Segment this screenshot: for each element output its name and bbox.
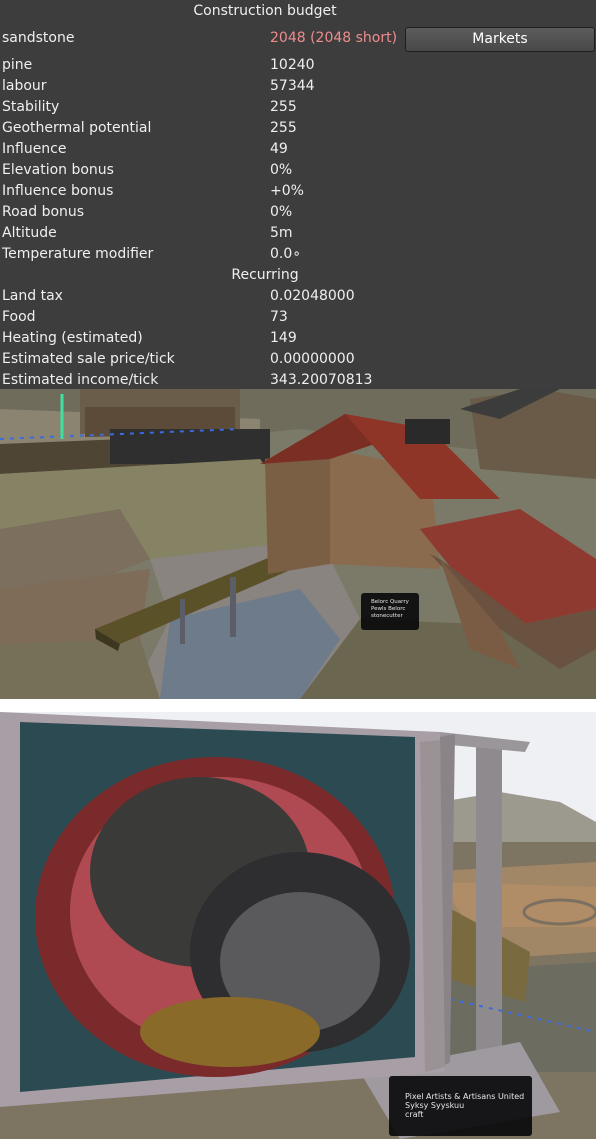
- recurring-row: Land tax 0.02048000: [0, 286, 596, 307]
- world-viewport-mural[interactable]: [0, 712, 596, 1139]
- row-label: Altitude: [2, 225, 57, 241]
- row-value: 0.00000000: [270, 351, 355, 367]
- row-label: pine: [2, 57, 33, 73]
- viewport-divider: [0, 699, 596, 712]
- row-value: 49: [270, 141, 288, 157]
- row-value: 255: [270, 120, 297, 136]
- row-value: 0%: [270, 204, 293, 220]
- row-label: Estimated income/tick: [2, 372, 159, 388]
- row-value: 0.02048000: [270, 288, 355, 304]
- markets-button[interactable]: Markets: [405, 27, 595, 52]
- row-value: 0.0∘: [270, 246, 302, 262]
- row-label: Estimated sale price/tick: [2, 351, 175, 367]
- row-label: Land tax: [2, 288, 63, 304]
- world-viewport-quarry[interactable]: [0, 389, 596, 699]
- panel-title: Construction budget: [193, 3, 337, 19]
- row-label: Geothermal potential: [2, 120, 152, 136]
- recurring-header: Recurring: [231, 267, 299, 283]
- budget-row: pine 10240: [0, 55, 596, 76]
- budget-row: labour 57344: [0, 76, 596, 97]
- tooltip-line: stonecutter: [371, 613, 403, 619]
- budget-row: Altitude 5m: [0, 223, 596, 244]
- row-label: Elevation bonus: [2, 162, 114, 178]
- row-value: +0%: [270, 183, 304, 199]
- building-tooltip: Belorc Quarry Pewls Belorc stonecutter: [361, 593, 419, 630]
- budget-row: Stability 255: [0, 97, 596, 118]
- row-label: labour: [2, 78, 47, 94]
- row-value: 57344: [270, 78, 315, 94]
- row-label: Temperature modifier: [2, 246, 154, 262]
- row-label: Food: [2, 309, 36, 325]
- row-label: Influence bonus: [2, 183, 114, 199]
- mural-scene-render: [0, 712, 596, 1139]
- recurring-row: Estimated sale price/tick 0.00000000: [0, 349, 596, 370]
- budget-row: Influence bonus +0%: [0, 181, 596, 202]
- row-label: Stability: [2, 99, 60, 115]
- row-label: Influence: [2, 141, 67, 157]
- building-tooltip: Pixel Artists & Artisans United Syksy Sy…: [389, 1076, 532, 1136]
- row-value: 343.20070813: [270, 372, 373, 388]
- row-label: Heating (estimated): [2, 330, 143, 346]
- row-value: 2048 (2048 short): [270, 30, 398, 46]
- budget-row: Geothermal potential 255: [0, 118, 596, 139]
- recurring-row: Food 73: [0, 307, 596, 328]
- budget-row: Temperature modifier 0.0∘: [0, 244, 596, 265]
- quarry-scene-render: [0, 389, 596, 699]
- row-value: 10240: [270, 57, 315, 73]
- row-label: Road bonus: [2, 204, 85, 220]
- tooltip-line: craft: [405, 1110, 424, 1119]
- row-label: sandstone: [2, 30, 75, 46]
- recurring-row: Heating (estimated) 149: [0, 328, 596, 349]
- budget-row: Elevation bonus 0%: [0, 160, 596, 181]
- budget-row: Influence 49: [0, 139, 596, 160]
- tooltip-line: Syksy Syyskuu: [405, 1101, 465, 1110]
- row-value: 73: [270, 309, 288, 325]
- budget-row: Road bonus 0%: [0, 202, 596, 223]
- tooltip-line: Belorc Quarry: [371, 599, 409, 605]
- row-value: 5m: [270, 225, 293, 241]
- tooltip-line: Pewls Belorc: [371, 606, 406, 612]
- row-value: 0%: [270, 162, 293, 178]
- recurring-row: Estimated income/tick 343.20070813: [0, 370, 596, 389]
- row-value: 255: [270, 99, 297, 115]
- construction-budget-panel: Construction budget sandstone 2048 (2048…: [0, 0, 596, 389]
- row-value: 149: [270, 330, 297, 346]
- tooltip-line: Pixel Artists & Artisans United: [405, 1092, 525, 1101]
